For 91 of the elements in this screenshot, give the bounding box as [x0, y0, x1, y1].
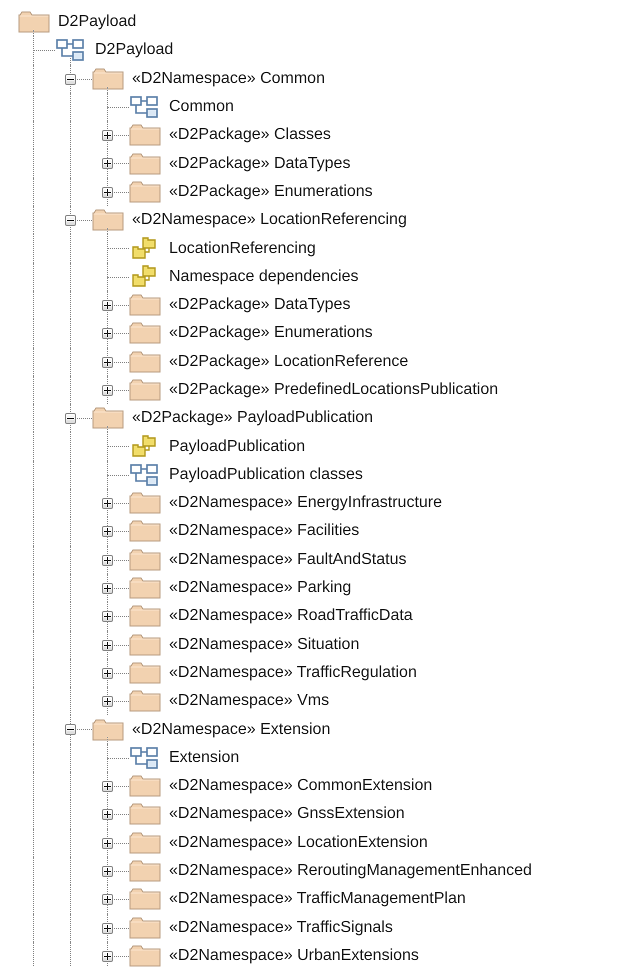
folder-icon	[129, 520, 161, 542]
collapse-toggle[interactable]	[65, 724, 76, 736]
tree-item-label[interactable]: «D2Namespace» TrafficRegulation	[169, 664, 417, 681]
folder-icon	[129, 803, 161, 826]
tree-item-label[interactable]: PayloadPublication classes	[169, 466, 363, 483]
tree-item-label[interactable]: D2Payload	[58, 14, 136, 30]
expand-toggle[interactable]	[102, 582, 113, 594]
expand-toggle[interactable]	[102, 158, 113, 170]
tree-item-label[interactable]: PayloadPublication	[169, 438, 306, 455]
tree-item-label[interactable]: «D2Namespace» Common	[132, 70, 325, 87]
tree-item-label[interactable]: «D2Namespace» GnssExtension	[169, 806, 405, 822]
folder-icon	[129, 379, 161, 401]
tree-item-label[interactable]: «D2Package» DataTypes	[169, 156, 350, 172]
folder-icon	[92, 209, 124, 232]
expand-toggle[interactable]	[102, 922, 113, 934]
tree-item-label[interactable]: Namespace dependencies	[169, 268, 358, 285]
folder-icon	[129, 350, 161, 373]
tree-item-label[interactable]: «D2Package» PredefinedLocationsPublication	[169, 382, 498, 398]
class-diagram-icon	[129, 746, 161, 770]
tree-item-label[interactable]: Extension	[169, 750, 240, 766]
expand-toggle[interactable]	[102, 611, 113, 622]
tree-item-label[interactable]: D2Payload	[95, 42, 174, 58]
tree-item-label[interactable]: «D2Namespace» Situation	[169, 636, 360, 653]
expand-toggle[interactable]	[102, 498, 113, 510]
tree-item-label[interactable]: «D2Namespace» UrbanExtensions	[169, 948, 419, 964]
folder-icon	[18, 11, 50, 34]
folder-icon	[129, 690, 161, 712]
folder-icon	[129, 775, 161, 798]
expand-toggle[interactable]	[102, 640, 113, 651]
tree-item-label[interactable]: «D2Namespace» EnergyInfrastructure	[169, 495, 442, 512]
tree-item-label[interactable]: «D2Package» Classes	[169, 127, 331, 144]
expand-toggle[interactable]	[102, 668, 113, 679]
expand-toggle[interactable]	[102, 300, 113, 311]
expand-toggle[interactable]	[102, 186, 113, 198]
class-diagram-icon	[129, 95, 161, 120]
tree-item-label[interactable]: «D2Namespace» ReroutingManagementEnhanced	[169, 863, 532, 880]
folder-icon	[129, 605, 161, 628]
tree-item-label[interactable]: «D2Namespace» Parking	[169, 580, 352, 596]
tree-item-label[interactable]: LocationReferencing	[169, 240, 316, 257]
collapse-toggle[interactable]	[65, 413, 76, 424]
expand-toggle[interactable]	[102, 781, 113, 792]
expand-toggle[interactable]	[102, 894, 113, 906]
tree-item-label[interactable]: «D2Namespace» Vms	[169, 693, 330, 710]
expand-toggle[interactable]	[102, 950, 113, 962]
expand-toggle[interactable]	[102, 866, 113, 877]
collapse-toggle[interactable]	[65, 74, 76, 85]
tree-item-label[interactable]: «D2Namespace» RoadTrafficData	[169, 608, 413, 624]
expand-toggle[interactable]	[102, 696, 113, 708]
class-diagram-icon	[55, 38, 87, 62]
expand-toggle[interactable]	[102, 554, 113, 566]
tree-item-label[interactable]: «D2Namespace» TrafficManagementPlan	[169, 891, 466, 908]
tree-item-label[interactable]: Common	[169, 99, 234, 116]
folder-icon	[129, 180, 161, 203]
folder-icon	[129, 124, 161, 146]
tree-item-label[interactable]: «D2Package» LocationReference	[169, 354, 408, 370]
tree-item-label[interactable]: «D2Package» Enumerations	[169, 184, 373, 200]
folder-icon	[129, 944, 161, 967]
folder-icon	[92, 68, 124, 90]
folder-icon	[129, 916, 161, 939]
folder-icon	[129, 577, 161, 600]
expand-toggle[interactable]	[102, 809, 113, 820]
expand-toggle[interactable]	[102, 130, 113, 142]
expand-toggle[interactable]	[102, 384, 113, 396]
folder-icon	[129, 662, 161, 684]
folder-icon	[129, 888, 161, 910]
folder-icon	[129, 492, 161, 514]
collapse-toggle[interactable]	[65, 215, 76, 226]
tree-item-label[interactable]: «D2Namespace» LocationReferencing	[132, 212, 407, 228]
folder-icon	[129, 322, 161, 344]
folder-icon	[129, 152, 161, 175]
expand-toggle[interactable]	[102, 526, 113, 538]
folder-icon	[129, 860, 161, 882]
folder-icon	[129, 294, 161, 316]
tree-item-label[interactable]: «D2Package» PayloadPublication	[132, 410, 374, 426]
tree-item-label[interactable]: «D2Namespace» LocationExtension	[169, 834, 428, 851]
folder-icon	[92, 718, 124, 741]
tree-item-label[interactable]: «D2Package» DataTypes	[169, 297, 350, 314]
expand-toggle[interactable]	[102, 838, 113, 849]
tree-item-label[interactable]: «D2Namespace» Extension	[132, 722, 330, 738]
tree-item-label[interactable]: «D2Package» Enumerations	[169, 325, 373, 342]
class-diagram-icon	[129, 462, 161, 487]
tree-item-label[interactable]: «D2Namespace» CommonExtension	[169, 778, 432, 794]
expand-toggle[interactable]	[102, 328, 113, 340]
tree-item-label[interactable]: «D2Namespace» FaultAndStatus	[169, 552, 406, 568]
tree-item-label[interactable]: «D2Namespace» TrafficSignals	[169, 920, 393, 936]
folder-icon	[129, 832, 161, 854]
folder-icon	[129, 548, 161, 571]
folder-icon	[129, 634, 161, 656]
expand-toggle[interactable]	[102, 356, 113, 368]
tree-item-label[interactable]: «D2Namespace» Facilities	[169, 523, 360, 540]
folder-icon	[92, 407, 124, 430]
